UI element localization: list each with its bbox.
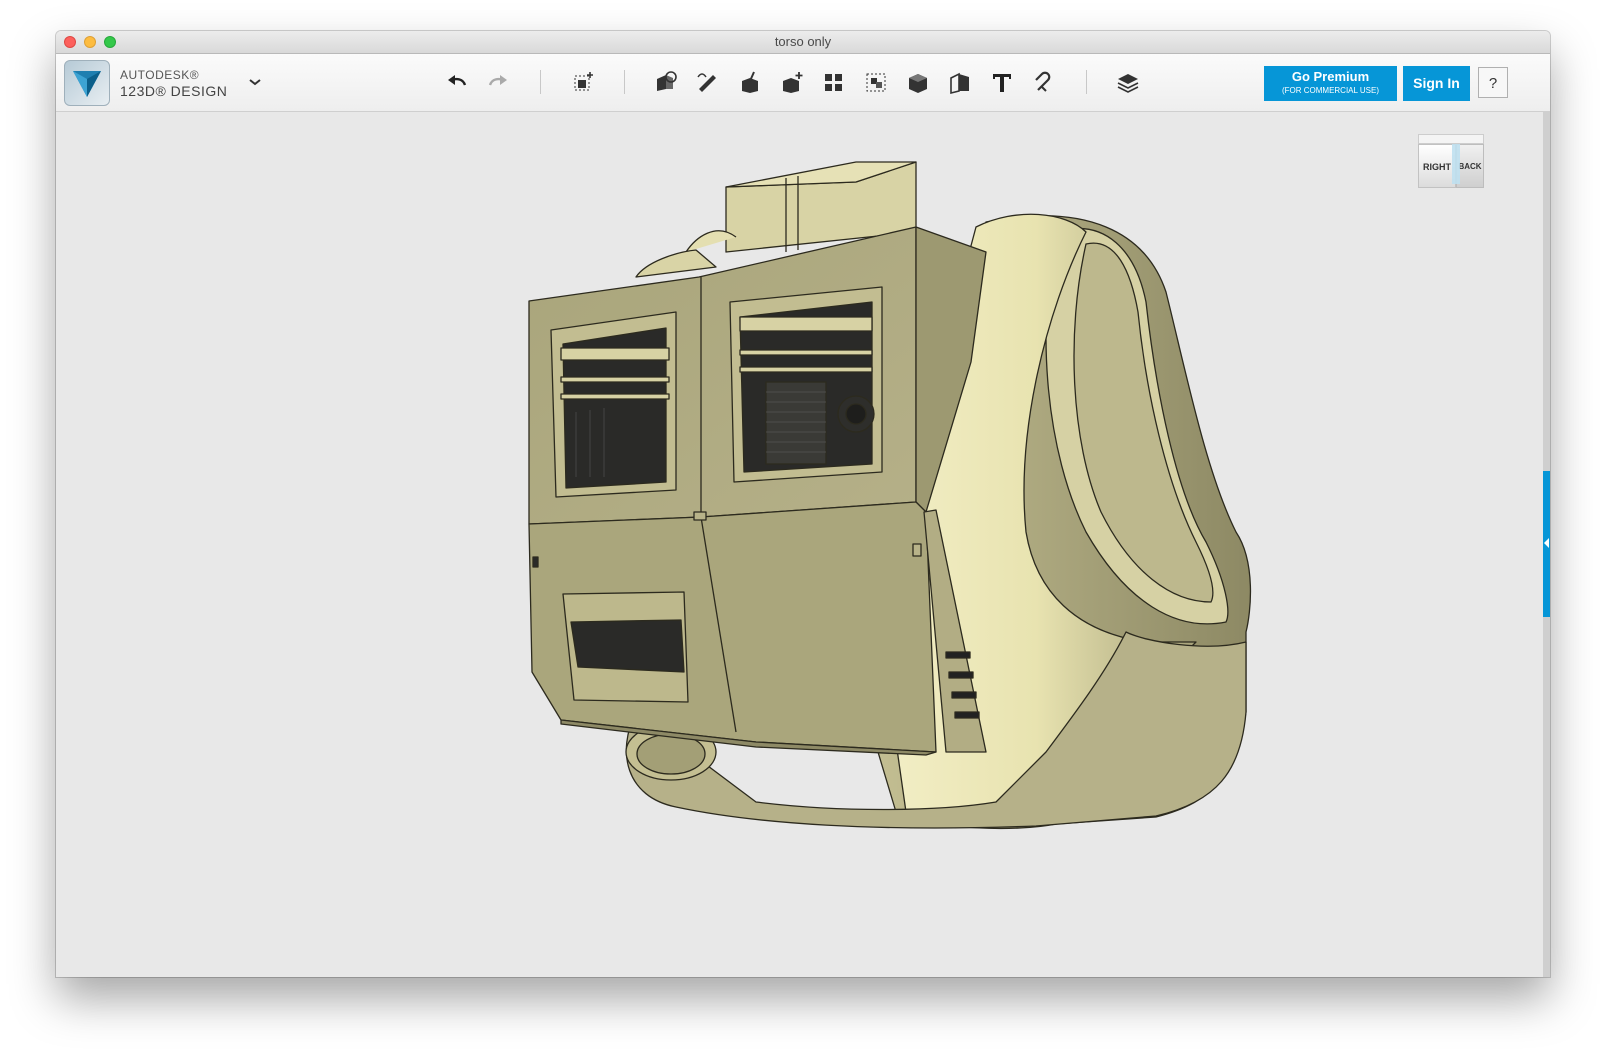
measure-icon bbox=[947, 69, 973, 95]
redo-arrow-icon bbox=[486, 73, 510, 91]
collapse-left-icon bbox=[1544, 538, 1549, 548]
brand-product: 123D® DESIGN bbox=[120, 83, 228, 99]
measure-button[interactable] bbox=[944, 66, 976, 98]
view-cube[interactable]: RIGHT BACK bbox=[1416, 134, 1486, 196]
sign-in-button[interactable]: Sign In bbox=[1403, 66, 1470, 101]
maximize-window-button[interactable] bbox=[104, 36, 116, 48]
brand-company: AUTODESK® bbox=[120, 68, 200, 82]
materials-button[interactable] bbox=[1112, 66, 1144, 98]
grouping-icon bbox=[863, 69, 889, 95]
layers-icon bbox=[1115, 69, 1141, 95]
3d-viewport[interactable]: RIGHT BACK bbox=[56, 112, 1543, 977]
app-logo-icon[interactable] bbox=[64, 60, 110, 106]
go-premium-sublabel: (FOR COMMERCIAL USE) bbox=[1281, 86, 1380, 95]
text-button[interactable] bbox=[986, 66, 1018, 98]
primitives-icon bbox=[653, 69, 679, 95]
modify-button[interactable] bbox=[776, 66, 808, 98]
title-bar: torso only bbox=[56, 31, 1550, 54]
view-cube-right-face[interactable]: RIGHT bbox=[1418, 144, 1456, 188]
grouping-button[interactable] bbox=[860, 66, 892, 98]
app-window: torso only AUTODESK® 123D® DESIGN Go Pre… bbox=[56, 31, 1550, 977]
go-premium-label: Go Premium bbox=[1291, 69, 1370, 84]
close-window-button[interactable] bbox=[64, 36, 76, 48]
redo-button[interactable] bbox=[482, 66, 514, 98]
transform-cube-icon bbox=[571, 69, 597, 95]
sketch-pencil-icon bbox=[695, 69, 721, 95]
side-panel-toggle[interactable] bbox=[1543, 471, 1550, 617]
combine-button[interactable] bbox=[902, 66, 934, 98]
undo-arrow-icon bbox=[445, 73, 469, 91]
toolbar-separator bbox=[540, 70, 541, 94]
text-T-icon bbox=[989, 69, 1015, 95]
view-cube-back-face[interactable]: BACK bbox=[1456, 144, 1484, 188]
main-toolbar: AUTODESK® 123D® DESIGN Go Premium (FOR C… bbox=[56, 54, 1550, 112]
toolbar-separator bbox=[1086, 70, 1087, 94]
modify-icon bbox=[779, 69, 805, 95]
combine-icon bbox=[905, 69, 931, 95]
construct-button[interactable] bbox=[734, 66, 766, 98]
go-premium-button[interactable]: Go Premium (FOR COMMERCIAL USE) bbox=[1264, 66, 1397, 101]
toolbar-separator bbox=[624, 70, 625, 94]
view-cube-top-face[interactable] bbox=[1418, 134, 1484, 144]
minimize-window-button[interactable] bbox=[84, 36, 96, 48]
pattern-button[interactable] bbox=[818, 66, 850, 98]
chevron-down-icon[interactable] bbox=[248, 74, 262, 90]
torso-3d-model[interactable] bbox=[56, 112, 1543, 977]
pattern-grid-icon bbox=[821, 69, 847, 95]
view-cube-edge-highlight bbox=[1452, 144, 1460, 184]
snap-icon bbox=[1031, 69, 1057, 95]
transform-button[interactable] bbox=[568, 66, 600, 98]
help-button[interactable]: ? bbox=[1478, 67, 1508, 98]
window-title: torso only bbox=[774, 34, 832, 49]
undo-button[interactable] bbox=[441, 66, 473, 98]
primitives-button[interactable] bbox=[650, 66, 682, 98]
sketch-button[interactable] bbox=[692, 66, 724, 98]
construct-icon bbox=[737, 69, 763, 95]
snap-button[interactable] bbox=[1028, 66, 1060, 98]
